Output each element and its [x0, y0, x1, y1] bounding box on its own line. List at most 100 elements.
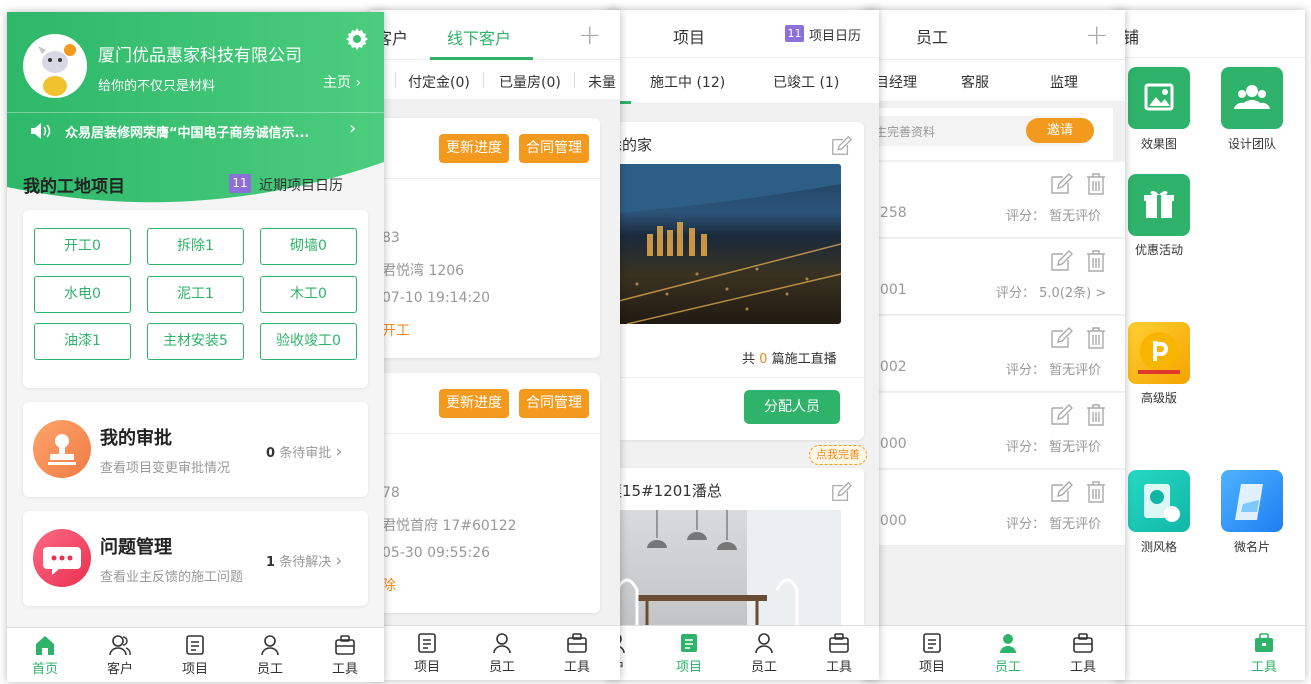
- home-tabbar: 首页 客户 项目 员工 工具: [7, 627, 384, 682]
- stage-painting[interactable]: 油漆1: [34, 323, 131, 360]
- stage-start[interactable]: 开工0: [34, 228, 131, 265]
- tab-service[interactable]: 客服: [961, 72, 989, 92]
- team-icon: [1234, 85, 1270, 109]
- tab-supervisor[interactable]: 监理: [1050, 72, 1078, 92]
- chevron-right-icon[interactable]: ›: [349, 118, 356, 139]
- stage-carpentry[interactable]: 木工0: [260, 276, 357, 313]
- tab-in-progress[interactable]: 施工中 (12): [650, 72, 725, 92]
- update-progress-button[interactable]: 更新进度: [439, 389, 509, 418]
- company-avatar[interactable]: [23, 34, 87, 98]
- trash-icon[interactable]: [1085, 403, 1107, 427]
- gear-icon[interactable]: [344, 26, 370, 52]
- staff-row[interactable]: 0001 评分： 5.0(2条) >: [863, 239, 1125, 315]
- customers-tabbar: 项目 员工 工具: [370, 625, 620, 680]
- tools-tabbar: 员工 工具: [1115, 625, 1305, 680]
- premium-label: 高级版: [1140, 391, 1177, 405]
- staff-row[interactable]: 7258 评分： 暂无评价: [863, 162, 1125, 238]
- stage-demolition[interactable]: 拆除1: [147, 228, 244, 265]
- update-progress-button[interactable]: 更新进度: [439, 134, 509, 163]
- tab-pm[interactable]: 目经理: [875, 72, 917, 92]
- contract-manage-button[interactable]: 合同管理: [519, 389, 589, 418]
- tab-home[interactable]: 首页: [20, 634, 70, 677]
- tab-staff[interactable]: 员工: [477, 632, 527, 675]
- contract-manage-button[interactable]: 合同管理: [519, 134, 589, 163]
- chat-icon: [33, 529, 91, 587]
- project-card[interactable]: 徐的家 共 0 篇施工直播 分配人员: [607, 122, 864, 440]
- tab-tools[interactable]: 工具: [552, 632, 602, 675]
- tab-tools[interactable]: 工具: [320, 634, 370, 677]
- edit-icon[interactable]: [1049, 403, 1073, 427]
- tab-staff[interactable]: 员工: [245, 634, 295, 677]
- issue-card[interactable]: 问题管理 查看业主反馈的施工问题 1 条待解决 ›: [23, 511, 368, 606]
- approval-card[interactable]: 我的审批 查看项目变更审批情况 0 条待审批 ›: [23, 402, 368, 497]
- add-staff-icon[interactable]: +: [1085, 18, 1108, 51]
- style-test-tool[interactable]: [1128, 470, 1190, 532]
- home-link[interactable]: 主页 ›: [323, 72, 361, 92]
- trash-icon[interactable]: [1085, 326, 1107, 350]
- customer-card[interactable]: 更新进度 合同管理 83 君悦湾 1206 07-10 19:14:20 开工: [370, 118, 600, 358]
- trash-icon[interactable]: [1085, 480, 1107, 504]
- tab-staff[interactable]: 员工: [983, 632, 1033, 675]
- filter-unmeasured[interactable]: 未量: [588, 72, 616, 92]
- business-card-tool[interactable]: [1221, 470, 1283, 532]
- project-card[interactable]: 莲15#1201潘总: [607, 468, 864, 640]
- design-team-tool[interactable]: [1221, 67, 1283, 129]
- edit-icon[interactable]: [1049, 249, 1073, 273]
- stage-masonry[interactable]: 砌墙0: [260, 228, 357, 265]
- toolbox-icon: [567, 633, 587, 653]
- edit-icon[interactable]: [1049, 326, 1073, 350]
- staff-row[interactable]: 0000 评分： 暂无评价: [863, 470, 1125, 546]
- kitchen-image: [615, 510, 841, 640]
- trash-icon[interactable]: [1085, 249, 1107, 273]
- tab-projects[interactable]: 项目: [402, 632, 452, 675]
- tab-projects[interactable]: 项目: [664, 632, 714, 675]
- tab-projects[interactable]: 项目: [170, 634, 220, 677]
- stage-tiling[interactable]: 泥工1: [147, 276, 244, 313]
- person-icon: [493, 633, 511, 654]
- invite-hint: 生完善资料: [875, 125, 936, 139]
- trash-icon[interactable]: [1085, 172, 1107, 196]
- tab-projects[interactable]: 项目: [907, 632, 957, 675]
- assign-staff-button[interactable]: 分配人员: [744, 390, 840, 424]
- add-customer-icon[interactable]: +: [578, 18, 601, 51]
- section-title: 我的工地项目: [23, 177, 125, 197]
- customer-card[interactable]: 更新进度 合同管理 78 君悦首府 17#60122 05-30 09:55:2…: [370, 373, 600, 613]
- filter-measured[interactable]: 已量房(0): [499, 72, 561, 92]
- edit-icon[interactable]: [1049, 172, 1073, 196]
- issue-desc: 查看业主反馈的施工问题: [100, 570, 244, 585]
- edit-icon[interactable]: [830, 481, 852, 503]
- projects-header: 项目 11 项目日历: [607, 10, 879, 58]
- stage-acceptance[interactable]: 验收竣工0: [260, 323, 357, 360]
- tab-staff[interactable]: 员工: [739, 632, 789, 675]
- tab-tools[interactable]: 工具: [814, 632, 864, 675]
- tab-customers[interactable]: 客户: [95, 634, 145, 677]
- tab-offline-customers[interactable]: 线下客户: [447, 25, 511, 49]
- project-photo: [607, 164, 841, 324]
- renderings-label: 效果图: [1140, 137, 1177, 151]
- invite-button[interactable]: 邀请: [1026, 118, 1094, 143]
- renderings-tool[interactable]: [1128, 67, 1190, 129]
- gift-icon: [1144, 190, 1174, 218]
- staff-screen: 员工 + 目经理 客服 监理 生完善资料 邀请 7258 评分： 暂无评价 00…: [863, 10, 1125, 680]
- staff-row[interactable]: 0002 评分： 暂无评价: [863, 316, 1125, 392]
- tab-tools[interactable]: 工具: [1058, 632, 1108, 675]
- edit-icon[interactable]: [830, 135, 852, 157]
- project-calendar-link[interactable]: 项目日历: [809, 25, 861, 44]
- projects-title: 项目: [673, 28, 706, 47]
- project-photo: [607, 510, 841, 640]
- premium-tool[interactable]: [1128, 322, 1190, 384]
- filter-deposit[interactable]: 付定金(0): [408, 72, 470, 92]
- tab-completed[interactable]: 已竣工 (1): [773, 72, 839, 92]
- toolbox-icon: [829, 633, 849, 653]
- stage-installation[interactable]: 主材安装5: [147, 323, 244, 360]
- stage-plumbing[interactable]: 水电0: [34, 276, 131, 313]
- complete-info-badge[interactable]: 点我完善: [809, 445, 867, 465]
- promotions-tool[interactable]: [1128, 174, 1190, 236]
- edit-icon[interactable]: [1049, 480, 1073, 504]
- approval-count: 0 条待审批 ›: [266, 442, 343, 462]
- toolbox-icon: [335, 635, 355, 655]
- tab-tools[interactable]: 工具: [1239, 632, 1289, 675]
- recent-calendar-link[interactable]: 近期项目日历: [259, 175, 343, 195]
- staff-row[interactable]: 0000 评分： 暂无评价: [863, 393, 1125, 469]
- notice-text[interactable]: 众易居装修网荣膺“中国电子商务诚信示...: [65, 122, 309, 141]
